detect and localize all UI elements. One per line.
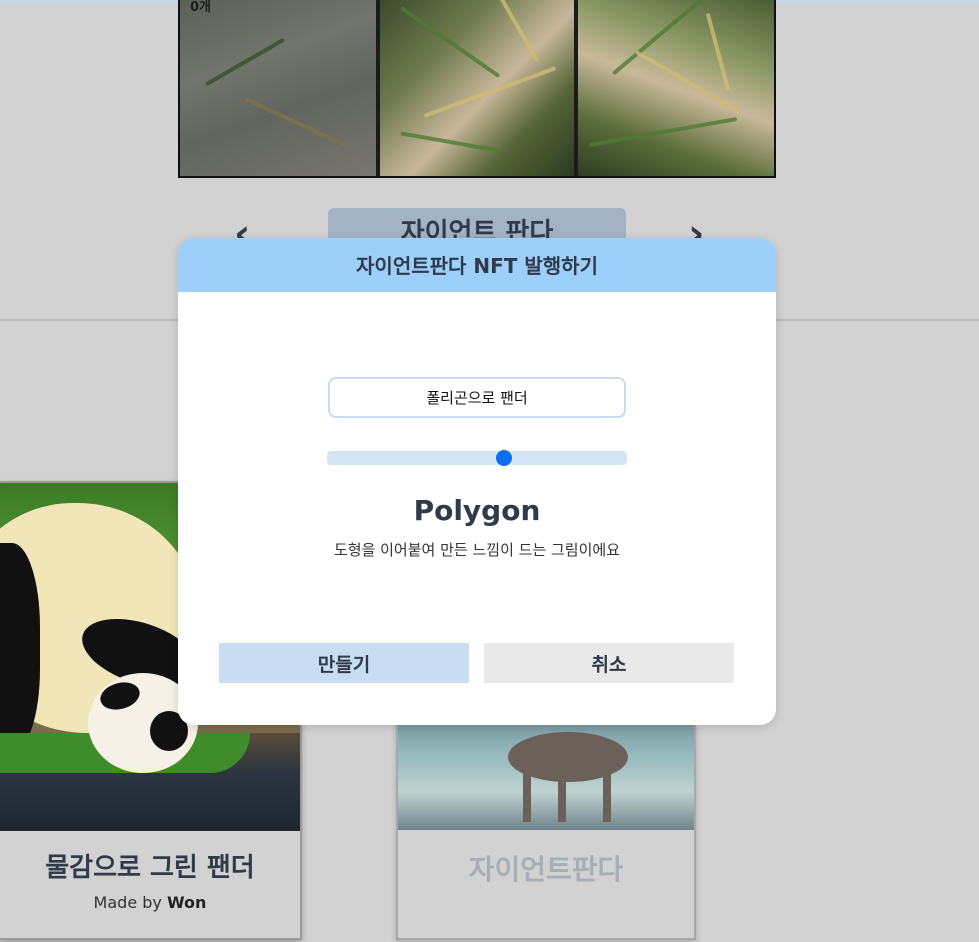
card-author: Made by Won xyxy=(0,893,300,912)
create-button[interactable]: 만들기 xyxy=(219,643,469,683)
style-slider[interactable] xyxy=(327,450,627,466)
modal-title: 자이언트판다 NFT 발행하기 xyxy=(178,238,776,292)
thumbnail-2[interactable] xyxy=(380,0,574,176)
thumbnail-3[interactable] xyxy=(578,0,774,176)
style-name: Polygon xyxy=(413,494,541,527)
image-strip: 0개 xyxy=(178,0,776,178)
mint-nft-modal: 자이언트판다 NFT 발행하기 Polygon 도형을 이어붙여 만든 느낌이 … xyxy=(178,238,776,725)
made-by-label: Made by xyxy=(93,893,162,912)
nft-name-input[interactable] xyxy=(328,377,626,418)
thumbnail-1[interactable]: 0개 xyxy=(180,0,376,176)
strip-label: 0개 xyxy=(190,0,212,15)
author-name: Won xyxy=(166,893,207,912)
card-title: 물감으로 그린 팬더 xyxy=(45,853,255,883)
style-description: 도형을 이어붙여 만든 느낌이 드는 그림이에요 xyxy=(333,541,621,559)
slider-thumb[interactable] xyxy=(496,450,512,466)
nft-card[interactable]: 자이언트판다 xyxy=(396,700,696,940)
cancel-button[interactable]: 취소 xyxy=(484,643,734,683)
card-title: 자이언트판다 xyxy=(468,853,624,886)
